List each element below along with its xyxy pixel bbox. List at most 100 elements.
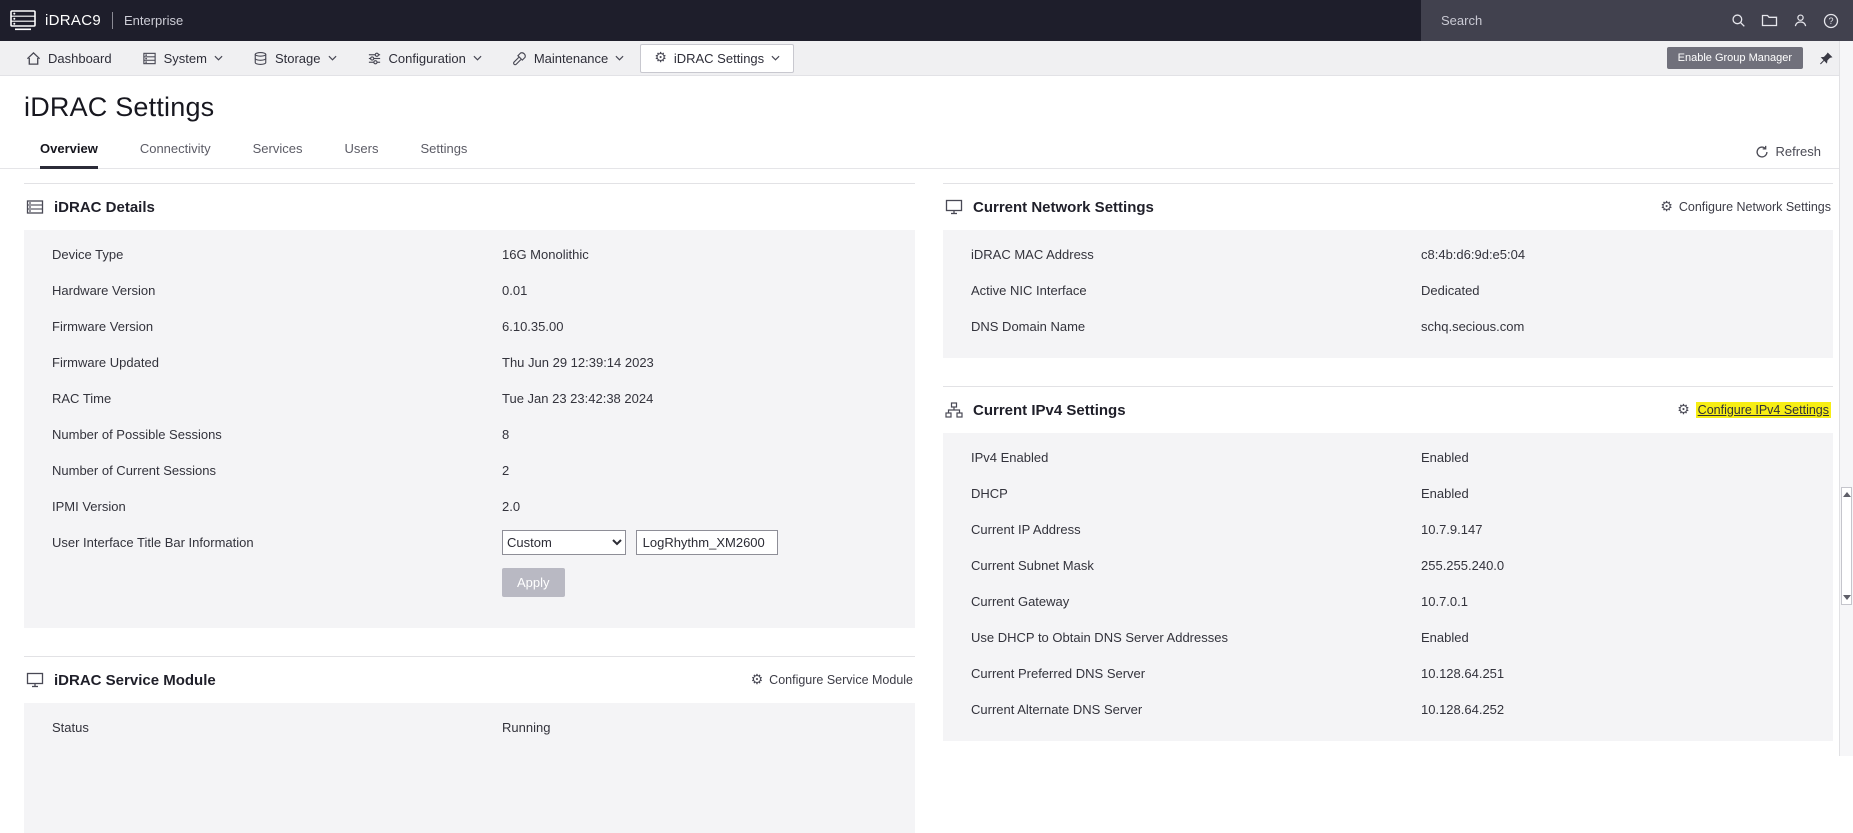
nav-label: Dashboard xyxy=(48,50,112,66)
row-value: schq.secious.com xyxy=(1421,318,1525,334)
table-row: Current Subnet Mask 255.255.240.0 xyxy=(943,547,1833,583)
title-bar-input[interactable] xyxy=(635,529,778,555)
search-box[interactable] xyxy=(1439,12,1746,29)
product-edition: Enterprise xyxy=(123,13,184,28)
chevron-down-icon xyxy=(327,55,337,61)
topbar: iDRAC9 Enterprise ? xyxy=(0,0,1853,41)
row-label: iDRAC MAC Address xyxy=(971,246,1094,262)
table-row: Use DHCP to Obtain DNS Server Addresses … xyxy=(943,619,1833,655)
table-row: Device Type 16G Monolithic xyxy=(24,236,915,272)
title-bar-controls: Custom xyxy=(502,529,778,555)
nav-item-dashboard[interactable]: Dashboard xyxy=(12,44,126,73)
nav-item-configuration[interactable]: Configuration xyxy=(353,44,496,73)
table-row: DHCP Enabled xyxy=(943,475,1833,511)
table-row: Current IP Address 10.7.9.147 xyxy=(943,511,1833,547)
row-value: Dedicated xyxy=(1421,282,1480,298)
main-navbar: Dashboard System Storage Configuration M… xyxy=(0,41,1853,76)
configure-network-settings-link[interactable]: ⚙ Configure Network Settings xyxy=(1660,200,1831,214)
pin-icon[interactable] xyxy=(1819,51,1834,66)
configure-ipv4-settings-link[interactable]: ⚙ Configure IPv4 Settings xyxy=(1677,402,1831,418)
row-value: Running xyxy=(502,719,551,735)
table-row: Current Alternate DNS Server 10.128.64.2… xyxy=(943,691,1833,727)
row-label: Firmware Version xyxy=(52,318,154,334)
scrollbar[interactable] xyxy=(1839,41,1853,756)
file-share-icon[interactable] xyxy=(1761,13,1778,28)
row-value: Tue Jan 23 23:42:38 2024 xyxy=(502,390,654,406)
row-label: Number of Current Sessions xyxy=(52,462,217,478)
storage-disks-icon xyxy=(253,51,268,66)
user-icon[interactable] xyxy=(1793,13,1808,28)
enable-group-manager-button[interactable]: Enable Group Manager xyxy=(1666,47,1803,69)
left-column: iDRAC Details Device Type 16G Monolithic… xyxy=(24,183,915,833)
table-row: iDRAC MAC Address c8:4b:d6:9d:e5:04 xyxy=(943,236,1833,272)
table-row: Active NIC Interface Dedicated xyxy=(943,272,1833,308)
row-label: DNS Domain Name xyxy=(971,318,1086,334)
section-title: Current Network Settings xyxy=(973,198,1154,216)
table-row: Status Running xyxy=(24,709,915,745)
search-icon[interactable] xyxy=(1731,13,1746,28)
row-label: Device Type xyxy=(52,246,124,262)
row-label: Number of Possible Sessions xyxy=(52,426,222,442)
chevron-down-icon xyxy=(771,55,780,61)
nav-label: Maintenance xyxy=(533,50,609,66)
tab-users[interactable]: Users xyxy=(345,141,379,169)
nav-item-idrac-settings[interactable]: ⚙ iDRAC Settings xyxy=(640,43,795,73)
gear-icon: ⚙ xyxy=(1677,402,1690,418)
row-value: 8 xyxy=(502,426,510,442)
topbar-right: ? xyxy=(1421,0,1853,41)
chevron-down-icon xyxy=(214,55,223,61)
server-details-icon xyxy=(26,199,44,215)
sitemap-icon xyxy=(945,402,963,418)
configure-service-module-label: Configure Service Module xyxy=(769,673,913,687)
row-label: RAC Time xyxy=(52,390,112,406)
table-row: IPv4 Enabled Enabled xyxy=(943,439,1833,475)
ipv4-settings-header: Current IPv4 Settings ⚙ Configure IPv4 S… xyxy=(943,386,1833,433)
row-label: Active NIC Interface xyxy=(971,282,1087,298)
row-value: 255.255.240.0 xyxy=(1421,557,1505,573)
tab-connectivity[interactable]: Connectivity xyxy=(140,141,211,169)
wrench-icon xyxy=(512,51,527,66)
scroll-up-icon[interactable] xyxy=(1842,492,1851,497)
ipv4-settings-section: Current IPv4 Settings ⚙ Configure IPv4 S… xyxy=(943,386,1833,741)
configure-ipv4-settings-label: Configure IPv4 Settings xyxy=(1695,402,1831,418)
row-value: Enabled xyxy=(1421,485,1469,501)
nav-item-maintenance[interactable]: Maintenance xyxy=(498,44,638,73)
configure-service-module-link[interactable]: ⚙ Configure Service Module xyxy=(751,673,913,687)
tab-services[interactable]: Services xyxy=(253,141,303,169)
title-bar-select[interactable]: Custom xyxy=(502,529,626,555)
table-row: DNS Domain Name schq.secious.com xyxy=(943,308,1833,344)
table-row: Number of Current Sessions 2 xyxy=(24,452,915,488)
idrac-logo-icon xyxy=(10,10,36,31)
svg-text:?: ? xyxy=(1828,16,1833,26)
help-icon[interactable]: ? xyxy=(1823,13,1839,29)
apply-button[interactable]: Apply xyxy=(502,568,565,597)
row-label: Current Alternate DNS Server xyxy=(971,701,1143,717)
row-label: DHCP xyxy=(971,485,1008,501)
chevron-down-icon xyxy=(473,55,482,61)
server-icon xyxy=(142,51,157,66)
tab-overview[interactable]: Overview xyxy=(40,141,98,169)
gear-icon: ⚙ xyxy=(750,672,764,688)
service-module-body: Status Running xyxy=(24,703,915,833)
nav-item-system[interactable]: System xyxy=(128,44,237,73)
tab-settings[interactable]: Settings xyxy=(420,141,467,169)
ipv4-settings-body: IPv4 Enabled Enabled DHCP Enabled Curren… xyxy=(943,433,1833,741)
nav-item-storage[interactable]: Storage xyxy=(239,44,351,73)
section-title: iDRAC Details xyxy=(54,198,155,216)
row-value: 10.128.64.251 xyxy=(1421,665,1505,681)
row-value: 2.0 xyxy=(502,498,521,514)
title-bar-info-row: User Interface Title Bar Information Cus… xyxy=(24,524,915,560)
scrollbar-thumb[interactable] xyxy=(1841,487,1852,605)
refresh-label: Refresh xyxy=(1775,144,1821,159)
idrac-details-section: iDRAC Details Device Type 16G Monolithic… xyxy=(24,183,915,628)
table-row: Firmware Version 6.10.35.00 xyxy=(24,308,915,344)
right-column: Current Network Settings ⚙ Configure Net… xyxy=(943,183,1833,833)
refresh-button[interactable]: Refresh xyxy=(1755,144,1821,159)
table-row: Current Preferred DNS Server 10.128.64.2… xyxy=(943,655,1833,691)
search-input[interactable] xyxy=(1439,12,1723,29)
scroll-down-icon[interactable] xyxy=(1842,595,1851,600)
nav-label: iDRAC Settings xyxy=(673,50,765,66)
idrac-details-header: iDRAC Details xyxy=(24,183,915,230)
product-name: iDRAC9 xyxy=(45,12,101,29)
gear-icon: ⚙ xyxy=(1660,199,1673,215)
